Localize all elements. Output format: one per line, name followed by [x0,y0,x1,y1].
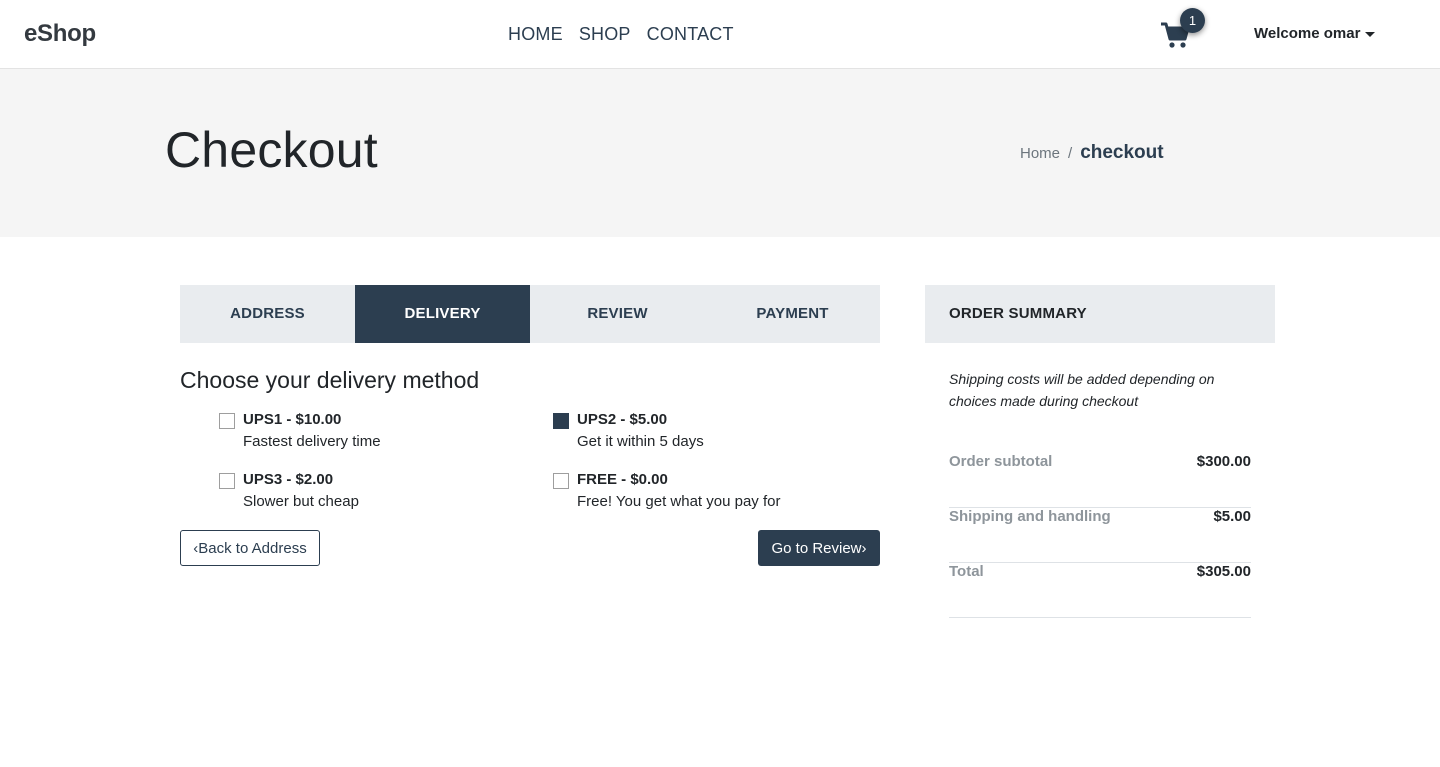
summary-row-label: Order subtotal [949,453,1053,470]
delivery-option-title: UPS3 - $2.00 [243,471,334,488]
back-to-address-button[interactable]: ‹ Back to Address [180,530,320,566]
nav-link-shop[interactable]: SHOP [579,24,631,45]
summary-row-value: $305.00 [1196,563,1251,580]
step-payment[interactable]: PAYMENT [705,285,880,343]
step-address[interactable]: ADDRESS [180,285,355,343]
navbar: eShop HOME SHOP CONTACT 1 Welcome omar [0,0,1440,69]
delivery-option-title: FREE - $0.00 [577,471,668,488]
delivery-option-title: UPS2 - $5.00 [577,411,668,428]
order-summary-title: ORDER SUMMARY [949,305,1087,322]
summary-row-label: Total [949,563,984,580]
user-menu-label: Welcome omar [1254,25,1361,42]
next-button-label: Go to Review [771,539,862,557]
cart-button[interactable]: 1 [1160,8,1205,50]
breadcrumb: Home / checkout [1020,142,1164,164]
nav-link-contact[interactable]: CONTACT [647,24,734,45]
summary-row-value: $5.00 [1213,508,1251,525]
summary-row-shipping: Shipping and handling $5.00 [949,508,1251,563]
go-to-review-button[interactable]: Go to Review › [758,530,880,566]
delivery-option-title: UPS1 - $10.00 [243,411,342,428]
delivery-option-checkbox[interactable] [219,473,235,489]
delivery-option-checkbox[interactable] [553,473,569,489]
brand-logo[interactable]: eShop [24,20,96,48]
breadcrumb-home-link[interactable]: Home [1020,145,1060,162]
breadcrumb-current: checkout [1080,142,1164,163]
main-nav: HOME SHOP CONTACT [508,24,734,45]
delivery-option-description: Free! You get what you pay for [577,493,781,510]
shipping-note: Shipping costs will be added depending o… [949,371,1215,409]
page-title: Checkout [165,122,378,178]
summary-row-total: Total $305.00 [949,563,1251,618]
summary-row-value: $300.00 [1196,453,1251,470]
caret-down-icon [1365,31,1376,37]
checkout-steps: ADDRESS DELIVERY REVIEW PAYMENT [180,285,880,343]
user-menu-dropdown[interactable]: Welcome omar [1254,25,1376,42]
nav-link-home[interactable]: HOME [508,24,563,45]
delivery-option-description: Slower but cheap [243,493,359,510]
back-button-label: Back to Address [198,539,307,557]
delivery-option-checkbox[interactable] [553,413,569,429]
step-delivery[interactable]: DELIVERY [355,285,530,343]
delivery-method-heading: Choose your delivery method [180,367,480,393]
breadcrumb-separator: / [1068,145,1073,162]
summary-row-subtotal: Order subtotal $300.00 [949,453,1251,508]
page-header: Checkout Home / checkout [0,69,1440,237]
cart-count-badge: 1 [1180,8,1205,33]
summary-row-label: Shipping and handling [949,508,1111,525]
delivery-option-description: Get it within 5 days [577,433,704,450]
chevron-right-icon: › [861,539,867,557]
delivery-option-checkbox[interactable] [219,413,235,429]
order-summary-header: ORDER SUMMARY [925,285,1275,343]
delivery-option-description: Fastest delivery time [243,433,381,450]
step-review[interactable]: REVIEW [530,285,705,343]
